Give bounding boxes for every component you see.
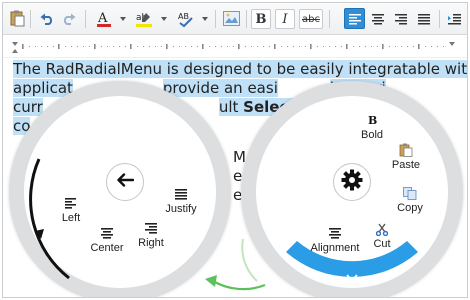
ruler[interactable] [3, 36, 467, 58]
bold-icon: B [367, 113, 377, 127]
justify-button[interactable] [413, 8, 434, 29]
copy-item[interactable]: Copy [375, 186, 445, 214]
svg-text:AB: AB [178, 12, 189, 21]
align-right-icon [145, 221, 157, 235]
settings-button[interactable] [333, 163, 371, 201]
svg-text:A: A [97, 11, 108, 26]
gear-icon [341, 169, 363, 196]
alignment-radial-menu[interactable]: Left Center Right Justify [9, 81, 231, 297]
toolbar: A ab AB B I abc [3, 3, 467, 35]
font-color-icon[interactable]: A [93, 8, 114, 29]
align-left-button[interactable] [344, 8, 365, 29]
align-center-icon [329, 226, 341, 240]
alignment-item[interactable]: Alignment [300, 226, 370, 254]
back-button[interactable] [106, 163, 144, 201]
undo-icon[interactable] [36, 8, 57, 29]
paste-item[interactable]: Paste [371, 143, 441, 171]
paste-icon[interactable] [6, 8, 27, 29]
indent-icon[interactable] [444, 8, 465, 29]
align-left-item[interactable]: Left [36, 196, 106, 224]
text-line: The RadRadialMenu is designed to be easi… [13, 60, 467, 79]
back-arrow-icon [116, 172, 135, 192]
bold-button[interactable]: B [251, 9, 271, 29]
strikethrough-button[interactable]: abc [299, 9, 323, 29]
transition-arrow-icon [205, 238, 266, 291]
copy-icon [403, 186, 417, 200]
align-center-icon [101, 226, 113, 240]
image-icon[interactable] [221, 8, 242, 29]
justify-item[interactable]: Justify [146, 187, 216, 215]
bold-item[interactable]: B Bold [337, 113, 407, 141]
svg-text:B: B [368, 114, 377, 126]
justify-icon [175, 187, 187, 201]
align-right-item[interactable]: Right [116, 221, 186, 249]
align-left-icon [65, 196, 77, 210]
spellcheck-icon[interactable]: AB [175, 8, 196, 29]
align-center-button[interactable] [367, 8, 388, 29]
cut-icon [376, 222, 388, 236]
align-right-button[interactable] [390, 8, 411, 29]
redo-icon[interactable] [58, 8, 79, 29]
paste-icon [399, 143, 413, 157]
rich-text-editor: A ab AB B I abc The RadRadialMenu is des… [2, 2, 468, 298]
italic-button[interactable]: I [275, 9, 295, 29]
highlight-icon[interactable]: ab [133, 8, 154, 29]
